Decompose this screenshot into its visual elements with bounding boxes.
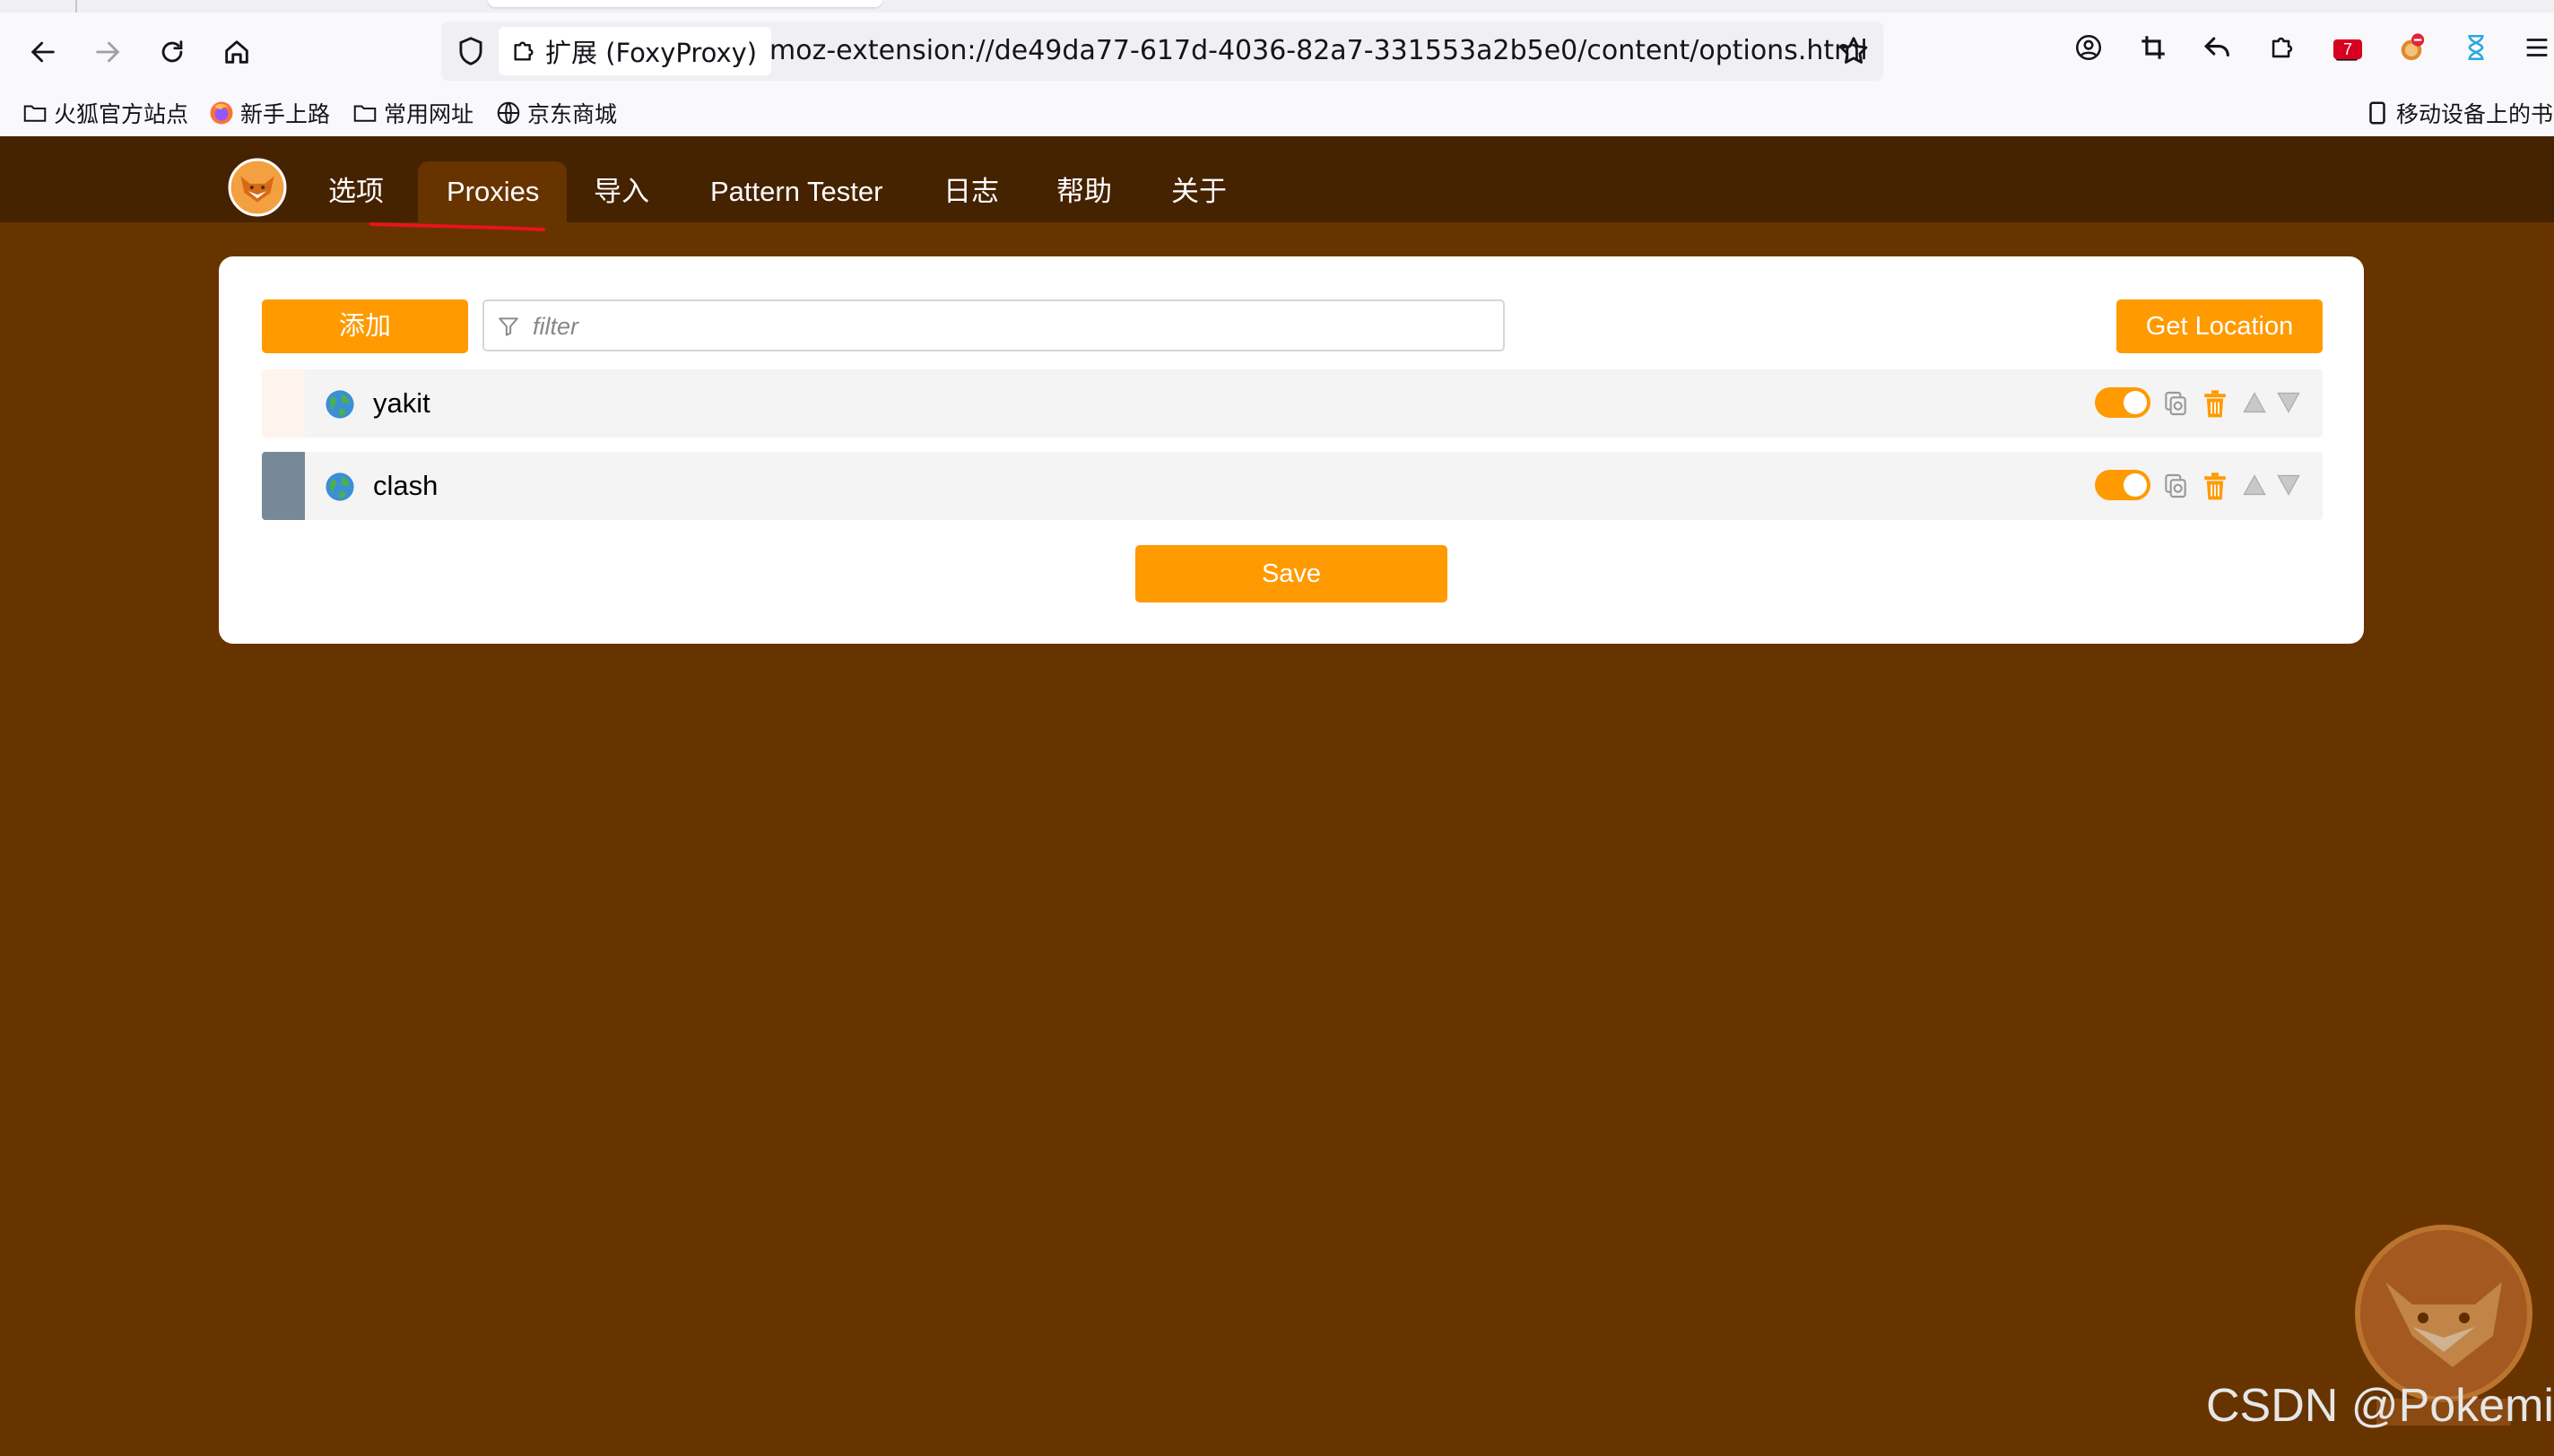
- trash-icon[interactable]: [2201, 472, 2229, 502]
- globe-icon: [326, 390, 354, 419]
- account-icon: [2075, 34, 2102, 61]
- nav-tab-log[interactable]: 日志: [915, 161, 1028, 222]
- extension-chip-label: 扩展 (FoxyProxy): [545, 38, 758, 68]
- csdn-watermark: CSDN @Pokemi: [2206, 1380, 2554, 1432]
- trash-icon[interactable]: [2201, 389, 2229, 420]
- extensions-button[interactable]: [2265, 30, 2299, 65]
- screenshot-button[interactable]: [2136, 30, 2170, 65]
- bookmark-label: 火狐官方站点: [54, 101, 189, 127]
- proxy-enabled-toggle[interactable]: [2095, 387, 2150, 418]
- firefox-icon: [210, 101, 233, 125]
- back-button[interactable]: [22, 30, 65, 74]
- notification-badge: 7: [2333, 39, 2362, 59]
- foxyproxy-logo-icon: [228, 158, 287, 217]
- proxy-enabled-toggle[interactable]: [2095, 470, 2150, 500]
- bookmarks-toolbar: 火狐官方站点 新手上路 常用网址 京东商城 移动设备上的书签: [0, 90, 2554, 137]
- undo-button[interactable]: [2201, 30, 2235, 65]
- home-icon: [225, 40, 248, 64]
- crop-icon: [2141, 36, 2165, 59]
- puzzle-icon: [514, 41, 534, 61]
- fox-extension-icon: [2401, 33, 2425, 61]
- filter-field[interactable]: [482, 299, 1505, 351]
- nav-tab-about[interactable]: 关于: [1142, 161, 1255, 222]
- url-bar[interactable]: 扩展 (FoxyProxy) moz-extension://de49da77-…: [441, 22, 1883, 81]
- reload-icon: [161, 40, 183, 63]
- bookmark-getting-started[interactable]: 新手上路: [208, 95, 330, 131]
- app-header: 选项 Proxies 导入 Pattern Tester 日志 帮助 关于: [0, 136, 2554, 222]
- puzzle-icon: [2272, 37, 2293, 58]
- proxy-name: clash: [373, 470, 439, 501]
- url-text[interactable]: moz-extension://de49da77-617d-4036-82a7-…: [769, 22, 1868, 81]
- forward-button[interactable]: [86, 30, 129, 74]
- bookmark-label: 新手上路: [240, 101, 331, 127]
- hamburger-menu-icon: [2526, 39, 2548, 56]
- arrow-left-icon: [30, 41, 55, 63]
- mobile-device-icon: [2369, 101, 2385, 125]
- menu-button[interactable]: [2520, 30, 2554, 65]
- proxy-row-yakit[interactable]: yakit: [262, 369, 2323, 438]
- bookmark-jd-mall[interactable]: 京东商城: [495, 95, 617, 131]
- duplicate-icon[interactable]: [2161, 472, 2190, 500]
- proxy-row-clash[interactable]: clash: [262, 452, 2323, 520]
- nav-tab-options[interactable]: 选项: [300, 161, 413, 222]
- bookmark-folder-firefox-official[interactable]: 火狐官方站点: [22, 95, 188, 131]
- nav-tab-pattern-tester[interactable]: Pattern Tester: [682, 161, 911, 222]
- tab-separator: [75, 0, 77, 13]
- move-down-icon[interactable]: [2276, 473, 2301, 497]
- save-button[interactable]: Save: [1135, 545, 1447, 602]
- mobile-bookmarks[interactable]: 移动设备上的书签: [2364, 95, 2554, 131]
- reply-arrow-icon: [2204, 37, 2229, 57]
- active-tab[interactable]: [488, 0, 882, 7]
- proxies-panel: 添加 Get Location yakit clash Save: [219, 256, 2364, 644]
- add-proxy-button[interactable]: 添加: [262, 299, 468, 353]
- red-annotation-underline: [369, 222, 545, 231]
- proxy-name: yakit: [373, 387, 430, 419]
- navigation-toolbar: 扩展 (FoxyProxy) moz-extension://de49da77-…: [0, 13, 2554, 90]
- get-location-button[interactable]: Get Location: [2116, 299, 2323, 353]
- shield-icon[interactable]: [454, 34, 488, 68]
- nav-tab-help[interactable]: 帮助: [1028, 161, 1141, 222]
- move-down-icon[interactable]: [2276, 391, 2301, 414]
- nav-tab-import[interactable]: 导入: [565, 161, 678, 222]
- filter-input[interactable]: [531, 301, 1485, 351]
- nav-tab-proxies[interactable]: Proxies: [418, 161, 567, 222]
- folder-icon: [353, 105, 377, 122]
- folder-icon: [23, 105, 47, 122]
- hourglass-extension-button[interactable]: [2459, 30, 2493, 65]
- bookmark-star-icon[interactable]: [1837, 34, 1871, 68]
- arrow-right-icon: [96, 41, 120, 63]
- globe-icon: [497, 101, 520, 125]
- proxy-color-swatch[interactable]: [262, 452, 305, 520]
- tab-strip: [0, 0, 2554, 13]
- bookmark-label: 京东商城: [527, 101, 618, 127]
- home-button[interactable]: [215, 30, 258, 74]
- bookmark-label: 常用网址: [384, 101, 474, 127]
- account-button[interactable]: [2072, 30, 2106, 65]
- duplicate-icon[interactable]: [2161, 389, 2190, 418]
- bookmark-folder-common-sites[interactable]: 常用网址: [352, 95, 473, 131]
- filter-funnel-icon: [499, 317, 518, 336]
- reload-button[interactable]: [151, 30, 194, 74]
- proxy-color-swatch[interactable]: [262, 369, 305, 438]
- hourglass-icon: [2468, 34, 2484, 61]
- mobile-bookmarks-label: 移动设备上的书签: [2396, 101, 2554, 127]
- extension-identity-chip[interactable]: 扩展 (FoxyProxy): [499, 27, 772, 75]
- foxy-extension-button[interactable]: [2394, 30, 2428, 65]
- move-up-icon[interactable]: [2242, 473, 2267, 497]
- globe-icon: [326, 472, 354, 501]
- move-up-icon[interactable]: [2242, 391, 2267, 414]
